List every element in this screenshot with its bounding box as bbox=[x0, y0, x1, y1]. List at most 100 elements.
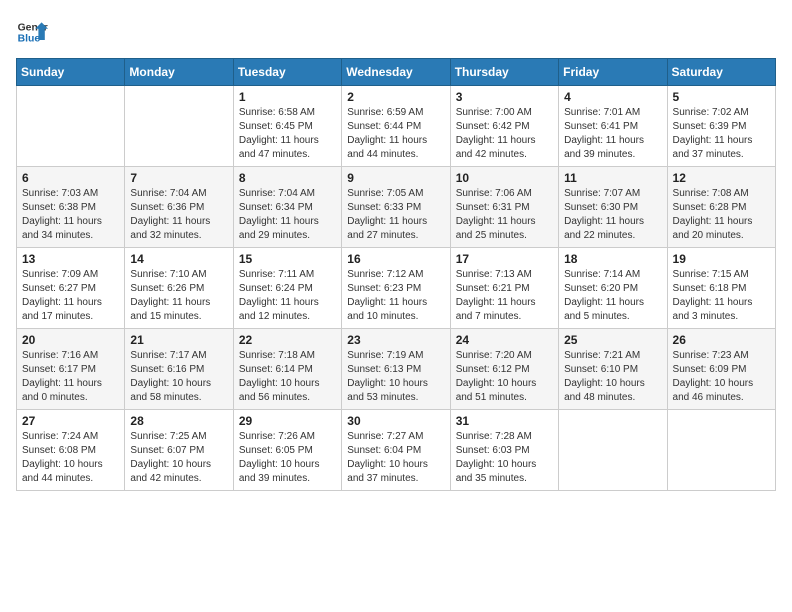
cell-info: Sunrise: 7:10 AM Sunset: 6:26 PM Dayligh… bbox=[130, 268, 227, 324]
day-number: 29 bbox=[239, 414, 336, 428]
cell-info: Sunrise: 7:09 AM Sunset: 6:27 PM Dayligh… bbox=[22, 268, 119, 324]
week-row-3: 13 Sunrise: 7:09 AM Sunset: 6:27 PM Dayli… bbox=[17, 248, 776, 329]
day-number: 4 bbox=[564, 90, 661, 104]
day-number: 9 bbox=[347, 171, 444, 185]
day-number: 12 bbox=[673, 171, 770, 185]
calendar-cell: 18Sunrise: 7:14 AM Sunset: 6:20 PM Dayli… bbox=[559, 248, 667, 329]
cell-info: Sunrise: 6:59 AM Sunset: 6:44 PM Dayligh… bbox=[347, 106, 444, 162]
calendar-cell: 1Sunrise: 6:58 AM Sunset: 6:45 PM Daylig… bbox=[233, 86, 341, 167]
cell-info: Sunrise: 7:21 AM Sunset: 6:10 PM Dayligh… bbox=[564, 349, 661, 405]
calendar-cell bbox=[125, 86, 233, 167]
day-number: 8 bbox=[239, 171, 336, 185]
cell-info: Sunrise: 7:15 AM Sunset: 6:18 PM Dayligh… bbox=[673, 268, 770, 324]
day-number: 25 bbox=[564, 333, 661, 347]
day-number: 26 bbox=[673, 333, 770, 347]
calendar-cell bbox=[559, 410, 667, 491]
calendar-cell: 15 Sunrise: 7:11 AM Sunset: 6:24 PM Dayli… bbox=[233, 248, 341, 329]
day-number: 21 bbox=[130, 333, 227, 347]
cell-info: Sunrise: 7:25 AM Sunset: 6:07 PM Dayligh… bbox=[130, 430, 227, 486]
week-row-1: 1Sunrise: 6:58 AM Sunset: 6:45 PM Daylig… bbox=[17, 86, 776, 167]
week-row-5: 27 Sunrise: 7:24 AM Sunset: 6:08 PM Dayli… bbox=[17, 410, 776, 491]
calendar-cell: 7 Sunrise: 7:04 AM Sunset: 6:36 PM Daylig… bbox=[125, 167, 233, 248]
day-number: 14 bbox=[130, 252, 227, 266]
calendar-cell bbox=[17, 86, 125, 167]
calendar-cell: 25 Sunrise: 7:21 AM Sunset: 6:10 PM Dayli… bbox=[559, 329, 667, 410]
calendar-cell: 27 Sunrise: 7:24 AM Sunset: 6:08 PM Dayli… bbox=[17, 410, 125, 491]
day-number: 20 bbox=[22, 333, 119, 347]
calendar-cell: 28 Sunrise: 7:25 AM Sunset: 6:07 PM Dayli… bbox=[125, 410, 233, 491]
day-number: 31 bbox=[456, 414, 553, 428]
cell-info: Sunrise: 7:24 AM Sunset: 6:08 PM Dayligh… bbox=[22, 430, 119, 486]
cell-info: Sunrise: 7:12 AM Sunset: 6:23 PM Dayligh… bbox=[347, 268, 444, 324]
calendar-cell: 13 Sunrise: 7:09 AM Sunset: 6:27 PM Dayli… bbox=[17, 248, 125, 329]
calendar-cell: 10 Sunrise: 7:06 AM Sunset: 6:31 PM Dayli… bbox=[450, 167, 558, 248]
cell-info: Sunrise: 7:04 AM Sunset: 6:34 PM Dayligh… bbox=[239, 187, 336, 243]
cell-info: Sunrise: 7:02 AM Sunset: 6:39 PM Dayligh… bbox=[673, 106, 770, 162]
calendar-cell: 6 Sunrise: 7:03 AM Sunset: 6:38 PM Daylig… bbox=[17, 167, 125, 248]
cell-info: Sunrise: 7:08 AM Sunset: 6:28 PM Dayligh… bbox=[673, 187, 770, 243]
day-number: 7 bbox=[130, 171, 227, 185]
svg-text:Blue: Blue bbox=[18, 34, 41, 45]
cell-info: Sunrise: 7:20 AM Sunset: 6:12 PM Dayligh… bbox=[456, 349, 553, 405]
calendar-cell: 17Sunrise: 7:13 AM Sunset: 6:21 PM Dayli… bbox=[450, 248, 558, 329]
day-number: 16 bbox=[347, 252, 444, 266]
calendar-cell: 31 Sunrise: 7:28 AM Sunset: 6:03 PM Dayli… bbox=[450, 410, 558, 491]
calendar-cell: 23Sunrise: 7:19 AM Sunset: 6:13 PM Dayli… bbox=[342, 329, 450, 410]
logo: General Blue bbox=[16, 16, 48, 48]
calendar-cell: 22Sunrise: 7:18 AM Sunset: 6:14 PM Dayli… bbox=[233, 329, 341, 410]
day-number: 23 bbox=[347, 333, 444, 347]
cell-info: Sunrise: 7:06 AM Sunset: 6:31 PM Dayligh… bbox=[456, 187, 553, 243]
day-number: 30 bbox=[347, 414, 444, 428]
calendar-cell: 29 Sunrise: 7:26 AM Sunset: 6:05 PM Dayli… bbox=[233, 410, 341, 491]
calendar-cell: 21 Sunrise: 7:17 AM Sunset: 6:16 PM Dayli… bbox=[125, 329, 233, 410]
calendar-cell: 9 Sunrise: 7:05 AM Sunset: 6:33 PM Daylig… bbox=[342, 167, 450, 248]
cell-info: Sunrise: 7:18 AM Sunset: 6:14 PM Dayligh… bbox=[239, 349, 336, 405]
page-header: General Blue bbox=[16, 16, 776, 48]
day-number: 11 bbox=[564, 171, 661, 185]
cell-info: Sunrise: 7:14 AM Sunset: 6:20 PM Dayligh… bbox=[564, 268, 661, 324]
calendar-table: SundayMondayTuesdayWednesdayThursdayFrid… bbox=[16, 58, 776, 491]
day-number: 5 bbox=[673, 90, 770, 104]
calendar-cell: 24Sunrise: 7:20 AM Sunset: 6:12 PM Dayli… bbox=[450, 329, 558, 410]
cell-info: Sunrise: 7:28 AM Sunset: 6:03 PM Dayligh… bbox=[456, 430, 553, 486]
calendar-cell: 5 Sunrise: 7:02 AM Sunset: 6:39 PM Daylig… bbox=[667, 86, 775, 167]
cell-info: Sunrise: 7:01 AM Sunset: 6:41 PM Dayligh… bbox=[564, 106, 661, 162]
weekday-header-friday: Friday bbox=[559, 59, 667, 86]
day-number: 27 bbox=[22, 414, 119, 428]
calendar-cell: 20Sunrise: 7:16 AM Sunset: 6:17 PM Dayli… bbox=[17, 329, 125, 410]
calendar-body: 1Sunrise: 6:58 AM Sunset: 6:45 PM Daylig… bbox=[17, 86, 776, 491]
day-number: 13 bbox=[22, 252, 119, 266]
calendar-cell: 16 Sunrise: 7:12 AM Sunset: 6:23 PM Dayli… bbox=[342, 248, 450, 329]
cell-info: Sunrise: 7:00 AM Sunset: 6:42 PM Dayligh… bbox=[456, 106, 553, 162]
weekday-header-sunday: Sunday bbox=[17, 59, 125, 86]
day-number: 15 bbox=[239, 252, 336, 266]
cell-info: Sunrise: 7:05 AM Sunset: 6:33 PM Dayligh… bbox=[347, 187, 444, 243]
logo-icon: General Blue bbox=[16, 16, 48, 48]
cell-info: Sunrise: 7:03 AM Sunset: 6:38 PM Dayligh… bbox=[22, 187, 119, 243]
cell-info: Sunrise: 7:04 AM Sunset: 6:36 PM Dayligh… bbox=[130, 187, 227, 243]
cell-info: Sunrise: 7:11 AM Sunset: 6:24 PM Dayligh… bbox=[239, 268, 336, 324]
day-number: 2 bbox=[347, 90, 444, 104]
weekday-header-tuesday: Tuesday bbox=[233, 59, 341, 86]
cell-info: Sunrise: 7:17 AM Sunset: 6:16 PM Dayligh… bbox=[130, 349, 227, 405]
day-number: 3 bbox=[456, 90, 553, 104]
cell-info: Sunrise: 7:23 AM Sunset: 6:09 PM Dayligh… bbox=[673, 349, 770, 405]
weekday-header-monday: Monday bbox=[125, 59, 233, 86]
calendar-cell: 26 Sunrise: 7:23 AM Sunset: 6:09 PM Dayli… bbox=[667, 329, 775, 410]
day-number: 28 bbox=[130, 414, 227, 428]
calendar-cell: 30 Sunrise: 7:27 AM Sunset: 6:04 PM Dayli… bbox=[342, 410, 450, 491]
weekday-header-saturday: Saturday bbox=[667, 59, 775, 86]
day-number: 6 bbox=[22, 171, 119, 185]
day-number: 19 bbox=[673, 252, 770, 266]
cell-info: Sunrise: 7:27 AM Sunset: 6:04 PM Dayligh… bbox=[347, 430, 444, 486]
weekday-header-row: SundayMondayTuesdayWednesdayThursdayFrid… bbox=[17, 59, 776, 86]
calendar-cell: 11Sunrise: 7:07 AM Sunset: 6:30 PM Dayli… bbox=[559, 167, 667, 248]
calendar-cell: 14 Sunrise: 7:10 AM Sunset: 6:26 PM Dayli… bbox=[125, 248, 233, 329]
weekday-header-wednesday: Wednesday bbox=[342, 59, 450, 86]
cell-info: Sunrise: 7:26 AM Sunset: 6:05 PM Dayligh… bbox=[239, 430, 336, 486]
calendar-cell: 2 Sunrise: 6:59 AM Sunset: 6:44 PM Daylig… bbox=[342, 86, 450, 167]
calendar-cell: 12 Sunrise: 7:08 AM Sunset: 6:28 PM Dayli… bbox=[667, 167, 775, 248]
weekday-header-thursday: Thursday bbox=[450, 59, 558, 86]
calendar-cell bbox=[667, 410, 775, 491]
day-number: 10 bbox=[456, 171, 553, 185]
